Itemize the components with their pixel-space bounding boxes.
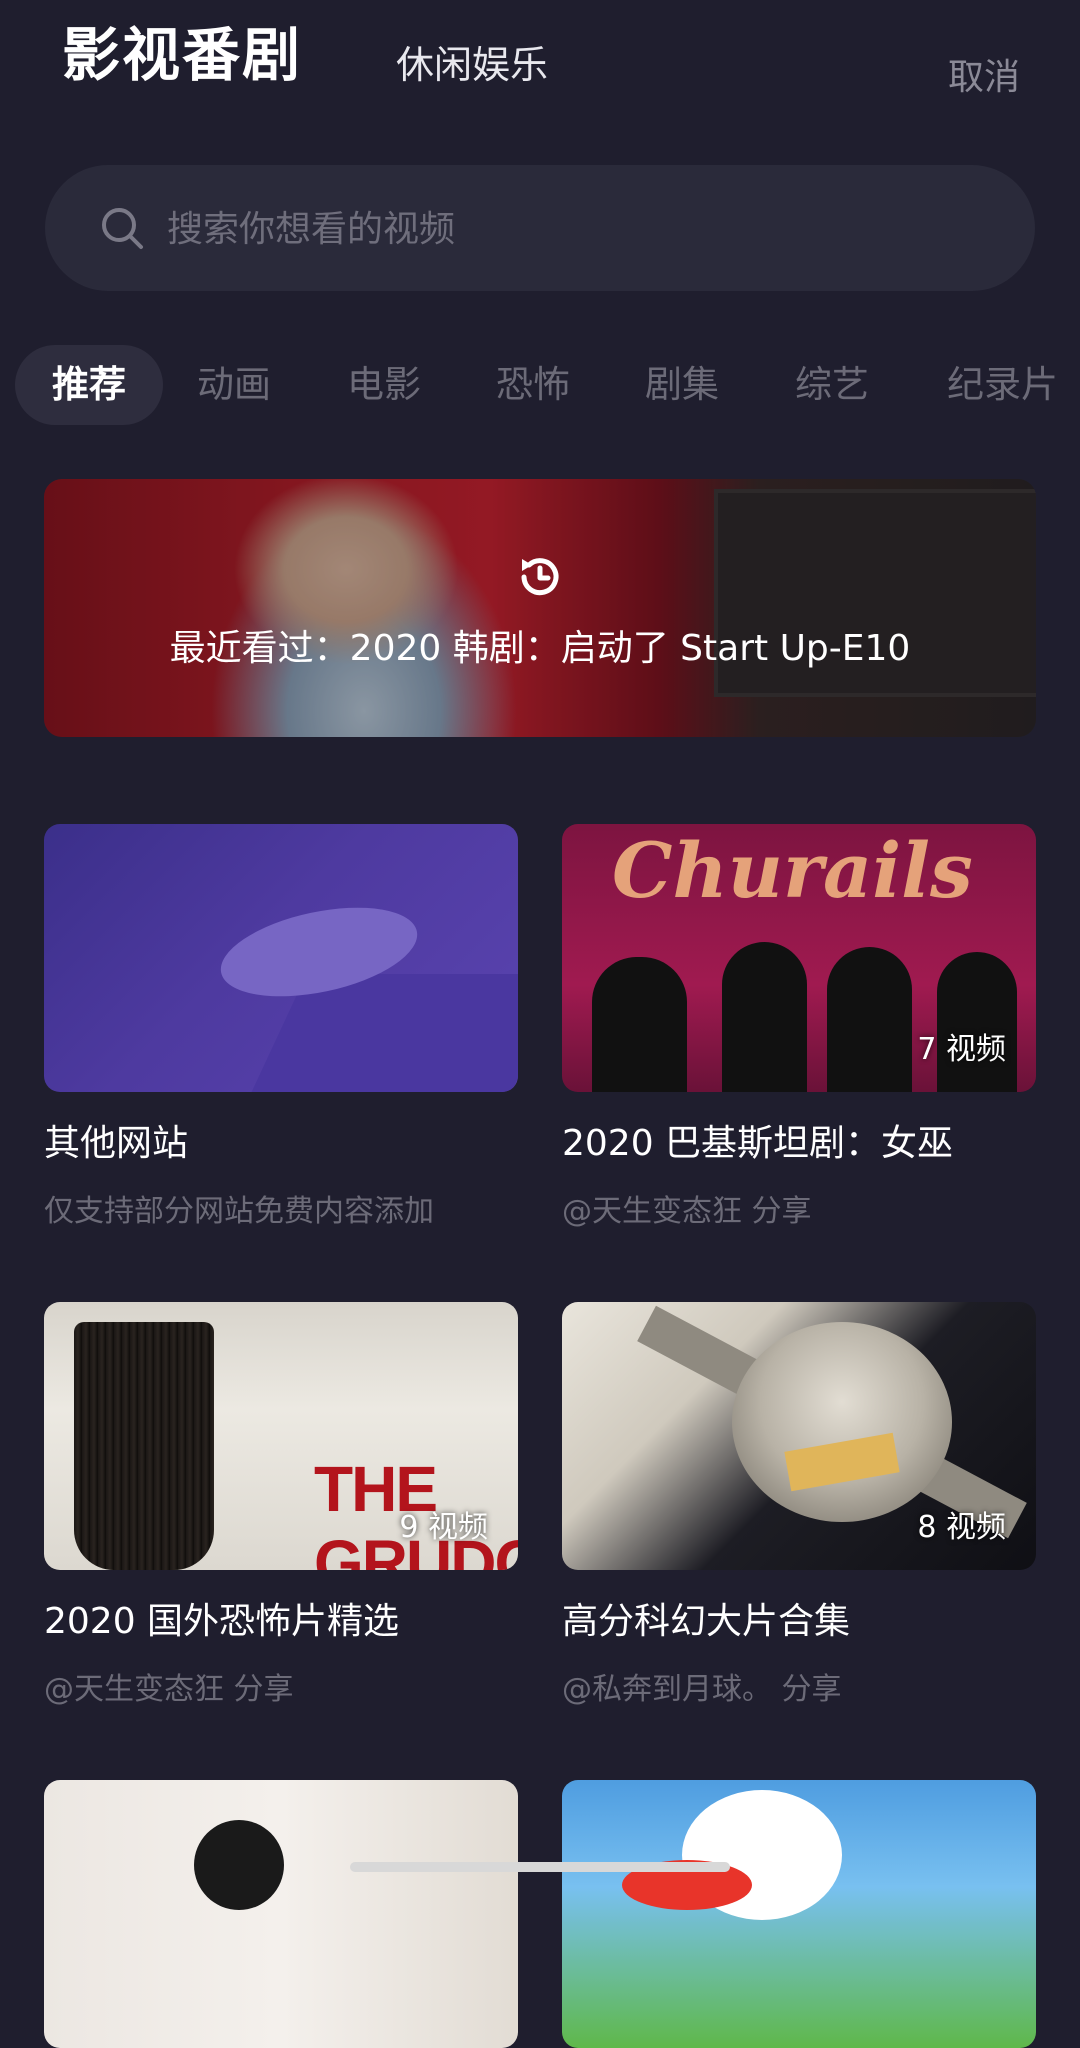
search-bar[interactable] (45, 165, 1035, 291)
video-count: 7 视频 (917, 1032, 1006, 1067)
tab-recommend[interactable]: 推荐 (15, 345, 163, 425)
recently-watched-banner[interactable]: 最近看过：2020 韩剧：启动了 Start Up-E10 (44, 479, 1036, 737)
card-thumbnail[interactable] (44, 1780, 518, 2048)
card-subtitle: 仅支持部分网站免费内容添加 (44, 1194, 434, 1229)
card-thumbnail[interactable]: 8 视频 (562, 1302, 1036, 1570)
page-title: 影视番剧 (62, 21, 303, 89)
category-tabs: 推荐 动画 电影 恐怖 剧集 综艺 纪录片 (0, 345, 1080, 425)
card-churails[interactable]: Churails 7 视频 2020 巴基斯坦剧：女巫 @天生变态狂 分享 (562, 824, 1036, 1230)
poster-logo-text: Churails (612, 826, 973, 915)
video-count: 8 视频 (917, 1510, 1006, 1545)
recently-watched-label: 最近看过：2020 韩剧：启动了 Start Up-E10 (169, 628, 911, 669)
tab-variety[interactable]: 综艺 (786, 345, 878, 425)
card-subtitle: @天生变态狂 分享 (44, 1672, 294, 1707)
card-other-websites[interactable]: 其他网站 仅支持部分网站免费内容添加 (44, 824, 518, 1230)
card-thumbnail[interactable]: THE GRUDGE 9 视频 (44, 1302, 518, 1570)
card-horror-picks[interactable]: THE GRUDGE 9 视频 2020 国外恐怖片精选 @天生变态狂 分享 (44, 1302, 518, 1708)
card-title: 其他网站 (44, 1123, 189, 1164)
card-subtitle: @私奔到月球。 分享 (562, 1672, 842, 1707)
card-title: 2020 巴基斯坦剧：女巫 (562, 1123, 954, 1164)
history-icon (521, 558, 559, 596)
card-thumbnail[interactable] (44, 824, 518, 1092)
tab-series[interactable]: 剧集 (636, 345, 728, 425)
search-input[interactable] (165, 191, 989, 267)
card-partial-left[interactable] (44, 1780, 518, 2048)
card-thumbnail[interactable] (562, 1780, 1036, 2048)
section-subtitle[interactable]: 休闲娱乐 (396, 34, 548, 89)
card-thumbnail[interactable]: Churails 7 视频 (562, 824, 1036, 1092)
video-count: 9 视频 (399, 1510, 488, 1545)
card-scifi-collection[interactable]: 8 视频 高分科幻大片合集 @私奔到月球。 分享 (562, 1302, 1036, 1708)
search-icon (102, 208, 143, 249)
tab-animation[interactable]: 动画 (188, 345, 280, 425)
card-title: 2020 国外恐怖片精选 (44, 1601, 400, 1642)
tab-horror[interactable]: 恐怖 (487, 345, 579, 425)
home-indicator[interactable] (350, 1862, 730, 1872)
card-title: 高分科幻大片合集 (562, 1601, 851, 1642)
tab-movie[interactable]: 电影 (338, 345, 430, 425)
tab-documentary[interactable]: 纪录片 (935, 345, 1070, 425)
card-partial-right[interactable] (562, 1780, 1036, 2048)
card-subtitle: @天生变态狂 分享 (562, 1194, 812, 1229)
cancel-button[interactable]: 取消 (948, 48, 1020, 100)
